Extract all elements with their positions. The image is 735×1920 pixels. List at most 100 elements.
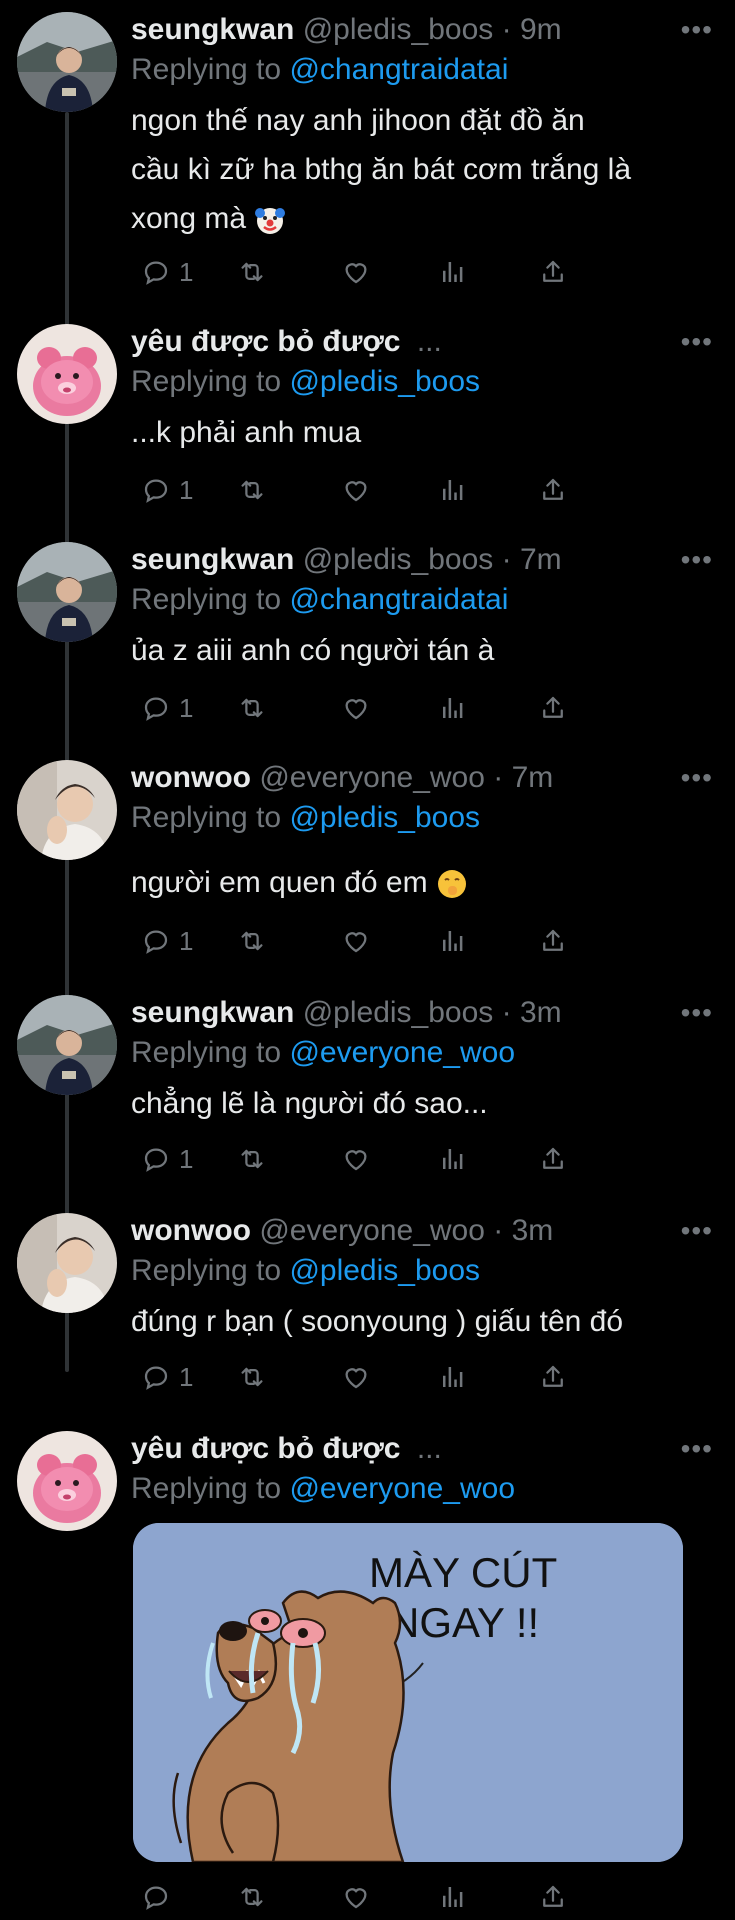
replying-to-mention[interactable]: @pledis_boos — [289, 365, 480, 398]
separator-dot: · — [493, 13, 520, 46]
thread-connector-line — [65, 112, 69, 1372]
share-icon — [538, 257, 568, 287]
share-button[interactable] — [530, 921, 568, 961]
more-options-icon[interactable]: ••• — [681, 16, 713, 44]
retweet-button[interactable] — [229, 252, 267, 292]
tweet-text-content: ngon thế nay anh jihoon đặt đồ ăn — [131, 104, 585, 137]
replying-to-label: Replying to — [131, 1254, 282, 1287]
avatar[interactable] — [17, 1213, 117, 1313]
username-handle[interactable]: @pledis_boos — [303, 543, 494, 576]
avatar[interactable] — [17, 760, 117, 860]
display-name[interactable]: yêu được bỏ được — [131, 325, 400, 358]
share-button[interactable] — [530, 470, 568, 510]
retweet-button[interactable] — [229, 688, 267, 728]
replying-to-mention[interactable]: @pledis_boos — [289, 801, 480, 834]
username-handle[interactable]: @pledis_boos — [303, 13, 494, 46]
tweet-timestamp[interactable]: 3m — [520, 996, 562, 1029]
replying-to-mention[interactable]: @everyone_woo — [289, 1472, 515, 1505]
tweet-actions: 1 — [133, 921, 633, 961]
tweet-timestamp[interactable]: 7m — [520, 543, 562, 576]
retweet-button[interactable] — [229, 1357, 267, 1397]
username-handle[interactable]: @everyone_woo — [259, 1214, 485, 1247]
tweet-header: yêu được bỏ được ... — [131, 322, 711, 362]
tweet-content: seungkwan @pledis_boos · 9m Replying to @… — [131, 10, 711, 243]
reply-button[interactable] — [133, 1877, 171, 1917]
tweet-timestamp[interactable]: 9m — [520, 13, 562, 46]
like-button[interactable] — [333, 1877, 371, 1917]
reply-button[interactable]: 1 — [133, 252, 193, 292]
retweet-button[interactable] — [229, 470, 267, 510]
like-button[interactable] — [333, 1357, 371, 1397]
reply-button[interactable]: 1 — [133, 470, 193, 510]
more-options-icon[interactable]: ••• — [681, 1217, 713, 1245]
meme-text-line-1: MÀY CÚT — [369, 1549, 557, 1596]
display-name[interactable]: wonwoo — [131, 761, 251, 794]
reply-button[interactable]: 1 — [133, 688, 193, 728]
username-handle[interactable]: ... — [417, 325, 442, 358]
avatar[interactable] — [17, 12, 117, 112]
reply-button[interactable]: 1 — [133, 921, 193, 961]
display-name[interactable]: seungkwan — [131, 996, 294, 1029]
analytics-button[interactable] — [430, 1357, 468, 1397]
avatar[interactable] — [17, 324, 117, 424]
share-icon — [538, 926, 568, 956]
share-button[interactable] — [530, 1357, 568, 1397]
analytics-button[interactable] — [430, 1139, 468, 1179]
tweet-header: yêu được bỏ được ... — [131, 1429, 711, 1469]
replying-to-label: Replying to — [131, 53, 282, 86]
tweet-timestamp[interactable]: 3m — [512, 1214, 554, 1247]
like-button[interactable] — [333, 1139, 371, 1179]
share-button[interactable] — [530, 252, 568, 292]
analytics-button[interactable] — [430, 688, 468, 728]
share-button[interactable] — [530, 688, 568, 728]
tweet-timestamp[interactable]: 7m — [512, 761, 554, 794]
more-options-icon[interactable]: ••• — [681, 999, 713, 1027]
username-handle[interactable]: ... — [417, 1432, 442, 1465]
more-options-icon[interactable]: ••• — [681, 764, 713, 792]
analytics-button[interactable] — [430, 470, 468, 510]
tweet-media-image[interactable]: MÀY CÚT NGAY !! — [133, 1523, 683, 1862]
display-name[interactable]: wonwoo — [131, 1214, 251, 1247]
display-name[interactable]: yêu được bỏ được — [131, 1432, 400, 1465]
tweet-content: wonwoo @everyone_woo · 7m Replying to @pl… — [131, 758, 711, 907]
analytics-button[interactable] — [430, 921, 468, 961]
retweet-button[interactable] — [229, 921, 267, 961]
share-button[interactable] — [530, 1877, 568, 1917]
tweet-text: ủa z aiii anh có người tán à — [131, 626, 711, 675]
retweet-icon — [237, 1362, 267, 1392]
reply-count: 1 — [179, 1143, 194, 1174]
tweet-text: ...k phải anh mua — [131, 408, 711, 457]
tweet-content: seungkwan @pledis_boos · 3m Replying to @… — [131, 993, 711, 1128]
separator-dot: · — [493, 543, 520, 576]
display-name[interactable]: seungkwan — [131, 13, 294, 46]
like-button[interactable] — [333, 470, 371, 510]
avatar[interactable] — [17, 542, 117, 642]
avatar[interactable] — [17, 995, 117, 1095]
like-button[interactable] — [333, 252, 371, 292]
share-button[interactable] — [530, 1139, 568, 1179]
share-icon — [538, 1882, 568, 1912]
more-options-icon[interactable]: ••• — [681, 546, 713, 574]
display-name[interactable]: seungkwan — [131, 543, 294, 576]
replying-to-mention[interactable]: @pledis_boos — [289, 1254, 480, 1287]
replying-to-mention[interactable]: @everyone_woo — [289, 1036, 515, 1069]
retweet-button[interactable] — [229, 1877, 267, 1917]
tweet-text-line: ngon thế nay anh jihoon đặt đồ ăn — [131, 96, 711, 145]
more-options-icon[interactable]: ••• — [681, 328, 713, 356]
username-handle[interactable]: @everyone_woo — [259, 761, 485, 794]
analytics-button[interactable] — [430, 1877, 468, 1917]
more-options-icon[interactable]: ••• — [681, 1435, 713, 1463]
tweet-text-content: xong mà — [131, 202, 247, 235]
username-handle[interactable]: @pledis_boos — [303, 996, 494, 1029]
replying-to-mention[interactable]: @changtraidatai — [289, 53, 508, 86]
replying-to-mention[interactable]: @changtraidatai — [289, 583, 508, 616]
analytics-button[interactable] — [430, 252, 468, 292]
like-button[interactable] — [333, 688, 371, 728]
analytics-icon — [438, 1144, 468, 1174]
reply-button[interactable]: 1 — [133, 1357, 193, 1397]
reply-button[interactable]: 1 — [133, 1139, 193, 1179]
like-button[interactable] — [333, 921, 371, 961]
avatar[interactable] — [17, 1431, 117, 1531]
retweet-button[interactable] — [229, 1139, 267, 1179]
tweet-text-line: đúng r bạn ( soonyoung ) giấu tên đó — [131, 1297, 711, 1346]
